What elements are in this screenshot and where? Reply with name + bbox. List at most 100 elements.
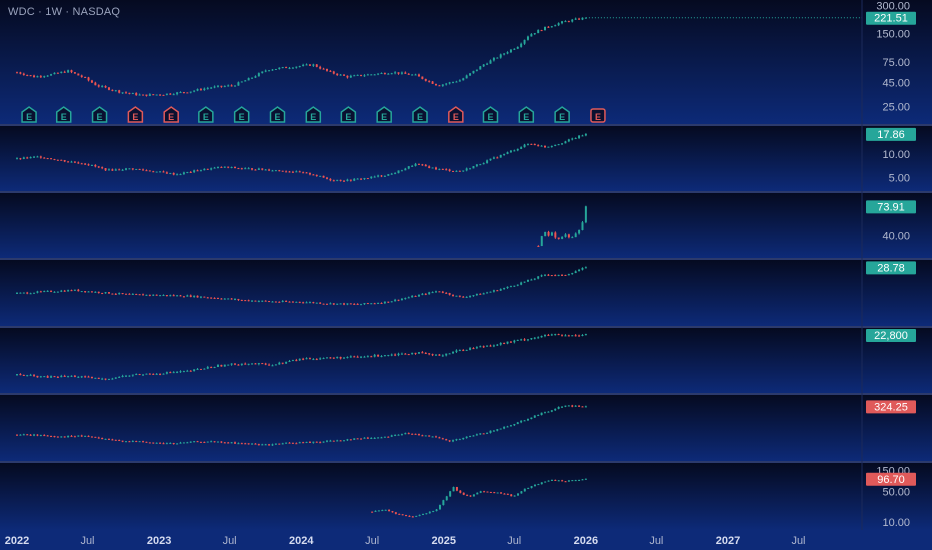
candle-body	[567, 139, 570, 142]
earnings-marker[interactable]: E	[590, 108, 606, 123]
candle-body	[339, 74, 342, 76]
candle-body	[578, 335, 581, 337]
candle-body	[80, 435, 83, 437]
candle-body	[50, 158, 53, 160]
candle-body	[363, 437, 366, 439]
candle-body	[397, 72, 400, 74]
candle-body	[415, 515, 418, 517]
candle-body	[179, 442, 182, 444]
candle-body	[33, 75, 36, 78]
candle-body	[77, 289, 80, 292]
candle-body	[36, 375, 39, 378]
candle-body	[533, 484, 536, 487]
candle-body	[400, 353, 403, 355]
earnings-letter: E	[417, 112, 423, 122]
candle-body	[332, 180, 335, 182]
candle-body	[571, 237, 574, 239]
candle-body	[441, 291, 444, 293]
candle-body	[271, 444, 274, 446]
candle-body	[417, 352, 420, 354]
candle-body	[325, 357, 328, 359]
candle-body	[295, 360, 298, 362]
candle-body	[315, 64, 318, 67]
candle-body	[434, 291, 437, 293]
candle-body	[73, 289, 76, 291]
candle-body	[336, 356, 339, 358]
stock-chart[interactable]: 2022 Jul 2023 Jul 2024 Jul 2025 Jul 2026 Jul 2027 J…	[0, 0, 932, 550]
last-price-value: 17.86	[877, 129, 905, 141]
candle-body	[438, 291, 441, 293]
candle-body	[244, 443, 247, 445]
candle-body	[237, 364, 240, 366]
candle-body	[509, 341, 512, 343]
candle-body	[101, 378, 104, 380]
candle-body	[145, 373, 148, 375]
candle-body	[509, 150, 512, 153]
candle-body	[234, 363, 237, 365]
candle-body	[557, 334, 560, 336]
candle-body	[458, 170, 461, 172]
candle-body	[537, 145, 540, 147]
candle-body	[336, 440, 339, 442]
candle-body	[493, 492, 496, 494]
candle-body	[285, 67, 288, 69]
candle-body	[387, 436, 390, 438]
candle-body	[445, 496, 448, 501]
candle-body	[182, 371, 185, 373]
candle-body	[94, 164, 97, 167]
candle-body	[114, 169, 117, 171]
candle-body	[22, 157, 25, 159]
candle-body	[537, 337, 540, 339]
candle-body	[523, 39, 526, 44]
candle-body	[182, 296, 185, 298]
candle-body	[26, 74, 29, 76]
candle-body	[19, 158, 22, 160]
candle-body	[125, 92, 128, 94]
time-tick-label: 2022	[5, 535, 29, 547]
candle-body	[305, 64, 308, 66]
earnings-letter: E	[487, 112, 493, 122]
earnings-letter: E	[61, 112, 67, 122]
candle-body	[251, 363, 254, 365]
candle-body	[159, 295, 162, 297]
candle-body	[227, 298, 230, 300]
candle-body	[540, 145, 543, 147]
candle-body	[216, 441, 219, 443]
candle-body	[550, 232, 553, 236]
candle-body	[67, 70, 70, 73]
candle-body	[264, 169, 267, 171]
candle-body	[121, 375, 124, 377]
candle-body	[104, 438, 107, 440]
candle-body	[152, 373, 155, 375]
candle-body	[77, 73, 80, 76]
candle-body	[60, 290, 63, 292]
candle-body	[557, 480, 560, 482]
candle-body	[305, 358, 308, 360]
earnings-letter: E	[132, 112, 138, 122]
candle-body	[29, 434, 32, 436]
candle-body	[465, 296, 468, 298]
candle-body	[343, 180, 346, 182]
candle-body	[165, 93, 168, 95]
candle-body	[496, 492, 499, 494]
candle-body	[360, 178, 363, 180]
candle-body	[398, 513, 401, 515]
candle-body	[581, 222, 584, 230]
pane-pane5	[0, 328, 932, 393]
candle-body	[380, 356, 383, 358]
candle-body	[67, 290, 70, 292]
candle-body	[227, 442, 230, 444]
candle-body	[476, 492, 479, 495]
candle-body	[36, 291, 39, 293]
candle-body	[445, 169, 448, 171]
candle-body	[500, 492, 503, 494]
candle-body	[125, 375, 128, 377]
candle-body	[366, 437, 369, 439]
candle-body	[363, 303, 366, 305]
candle-body	[414, 295, 417, 297]
candle-body	[530, 486, 533, 488]
candle-body	[407, 166, 410, 169]
candle-body	[189, 91, 192, 93]
candle-body	[547, 480, 550, 482]
candle-body	[104, 292, 107, 294]
